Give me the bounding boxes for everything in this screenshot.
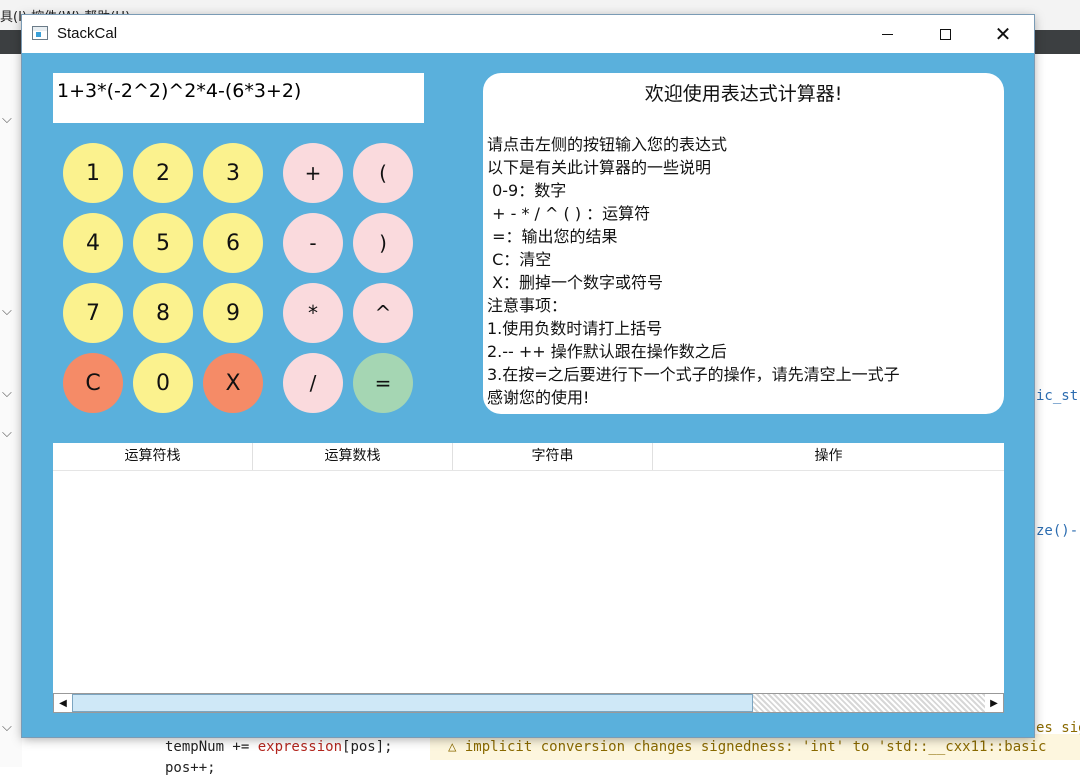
info-line: 1.使用负数时请打上括号 (487, 319, 663, 338)
fold-chevron-icon[interactable]: ⌵ (2, 112, 12, 127)
info-line: 注意事项： (487, 296, 568, 315)
ide-gutter-top (0, 30, 22, 54)
scroll-thumb[interactable] (72, 694, 753, 712)
key-7[interactable]: 7 (63, 283, 123, 343)
minimize-button[interactable] (858, 15, 916, 53)
info-line: 2.-- ++ 操作默认跟在操作数之后 (487, 342, 727, 361)
minimize-icon (881, 33, 893, 35)
scroll-left-arrow-icon[interactable]: ◀ (54, 694, 72, 712)
fold-chevron-icon[interactable]: ⌵ (2, 720, 12, 735)
stackcal-window: StackCal ✕ 1+3*(-2^2)^2*4-(6*3+2) 1 2 3 … (22, 15, 1034, 737)
key-6[interactable]: 6 (203, 213, 263, 273)
info-line: 感谢您的使用! (487, 388, 590, 407)
info-panel: 欢迎使用表达式计算器! 请点击左侧的按钮输入您的表达式 以下是有关此计算器的一些… (483, 73, 1004, 414)
maximize-button[interactable] (916, 15, 974, 53)
ide-code-fragment: ze()- (1036, 523, 1079, 539)
window-title: StackCal (57, 25, 118, 42)
key-right-paren[interactable]: ) (353, 213, 413, 273)
code-text: tempNum += (165, 739, 258, 755)
info-line: 3.在按=之后要进行下一个式子的操作，请先清空上一式子 (487, 365, 900, 384)
key-divide[interactable]: / (283, 353, 343, 413)
info-line: 以下是有关此计算器的一些说明 (487, 158, 712, 177)
key-3[interactable]: 3 (203, 143, 263, 203)
info-line: C：清空 (487, 250, 552, 269)
info-line: 0-9：数字 (487, 181, 567, 200)
column-header-operand-stack[interactable]: 运算数栈 (253, 443, 453, 470)
key-8[interactable]: 8 (133, 283, 193, 343)
key-power[interactable]: ^ (353, 283, 413, 343)
ide-toolbar-strip (1034, 30, 1080, 54)
column-header-action[interactable]: 操作 (653, 443, 1004, 470)
key-2[interactable]: 2 (133, 143, 193, 203)
info-line: 请点击左侧的按钮输入您的表达式 (487, 135, 728, 154)
key-0[interactable]: 0 (133, 353, 193, 413)
key-left-paren[interactable]: ( (353, 143, 413, 203)
expression-display[interactable]: 1+3*(-2^2)^2*4-(6*3+2) (53, 73, 424, 123)
info-title: 欢迎使用表达式计算器! (644, 83, 843, 105)
horizontal-scrollbar[interactable]: ◀ ▶ (53, 693, 1004, 713)
code-var: expression (257, 739, 343, 755)
ide-code-line: pos++; (165, 760, 216, 776)
info-line: X：删掉一个数字或符号 (487, 273, 664, 292)
key-delete[interactable]: X (203, 353, 263, 413)
close-icon: ✕ (994, 22, 1012, 46)
maximize-icon (939, 28, 951, 40)
info-line: + - * / ^ ( ) ：运算符 (487, 204, 651, 223)
info-lines: 请点击左侧的按钮输入您的表达式 以下是有关此计算器的一些说明 0-9：数字 + … (487, 133, 900, 409)
scroll-right-arrow-icon[interactable]: ▶ (985, 694, 1003, 712)
key-4[interactable]: 4 (63, 213, 123, 273)
ide-code-line: tempNum += expression[pos]; (165, 739, 393, 755)
key-1[interactable]: 1 (63, 143, 123, 203)
key-multiply[interactable]: * (283, 283, 343, 343)
key-5[interactable]: 5 (133, 213, 193, 273)
table-header: 运算符栈 运算数栈 字符串 操作 (53, 443, 1004, 471)
column-header-operator-stack[interactable]: 运算符栈 (53, 443, 253, 470)
key-equals[interactable]: = (353, 353, 413, 413)
column-header-string[interactable]: 字符串 (453, 443, 653, 470)
info-line: =：输出您的结果 (487, 227, 618, 246)
ide-code-fragment: ic_str (1036, 388, 1080, 404)
code-text-rest: [pos]; (342, 739, 393, 755)
key-clear[interactable]: C (63, 353, 123, 413)
close-button[interactable]: ✕ (974, 15, 1032, 53)
key-9[interactable]: 9 (203, 283, 263, 343)
ide-warning-fragment: es sig (1036, 720, 1080, 736)
trace-table[interactable]: 运算符栈 运算数栈 字符串 操作 (53, 443, 1004, 713)
fold-chevron-icon[interactable]: ⌵ (2, 426, 12, 441)
title-bar[interactable]: StackCal ✕ (22, 15, 1034, 53)
key-plus[interactable]: + (283, 143, 343, 203)
ide-warning-text: △ implicit conversion changes signedness… (448, 739, 1047, 755)
app-icon (32, 26, 48, 40)
key-minus[interactable]: - (283, 213, 343, 273)
fold-chevron-icon[interactable]: ⌵ (2, 304, 12, 319)
fold-chevron-icon[interactable]: ⌵ (2, 386, 12, 401)
